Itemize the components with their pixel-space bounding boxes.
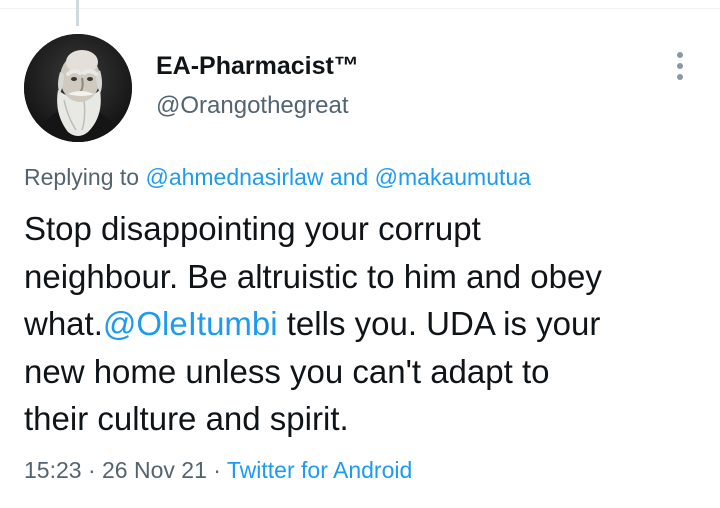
tweet-text-segment: what. — [24, 305, 103, 342]
tweet-date[interactable]: 26 Nov 21 — [102, 457, 207, 483]
tweet-text-line: neighbour. Be altruistic to him and obey — [24, 257, 602, 295]
reply-mention-link[interactable]: @makaumutua — [375, 164, 531, 190]
tweet-text-segment: tells you. UDA is your — [277, 305, 601, 342]
tweet-time[interactable]: 15:23 — [24, 457, 82, 483]
more-vertical-icon-dot — [677, 63, 683, 69]
meta-separator: · — [81, 457, 103, 483]
tweet-source-link[interactable]: Twitter for Android — [227, 457, 412, 483]
replying-to-line: Replying to @ahmednasirlaw and @makaumut… — [24, 164, 531, 191]
replying-prefix: Replying to — [24, 164, 146, 190]
author-handle[interactable]: @Orangothegreat — [156, 92, 348, 120]
tweet-meta: 15:23 · 26 Nov 21 · Twitter for Android — [24, 457, 412, 484]
more-vertical-icon — [677, 52, 683, 58]
tweet-text-line: what.@OleItumbi tells you. UDA is your — [24, 300, 704, 348]
author-display-name[interactable]: EA-Pharmacist™ — [156, 52, 359, 81]
thread-connector-line — [76, 0, 79, 26]
more-options-button[interactable] — [664, 46, 696, 86]
tweet-text-line: their culture and spirit. — [24, 400, 349, 437]
avatar-image — [24, 34, 132, 142]
tweet-text-line: new home unless you can't adapt to — [24, 352, 550, 390]
reply-mention-link[interactable]: @ahmednasirlaw — [145, 164, 323, 190]
mention-link[interactable]: @OleItumbi — [103, 305, 278, 342]
reply-and-connector[interactable]: and — [324, 164, 375, 190]
more-vertical-icon-dot — [677, 74, 683, 80]
avatar[interactable] — [24, 34, 132, 142]
tweet-text-line: Stop disappointing your corrupt — [24, 210, 481, 247]
meta-separator: · — [206, 457, 227, 483]
top-divider — [0, 0, 720, 9]
tweet-body: Stop disappointing your corrupt neighbou… — [24, 205, 704, 443]
